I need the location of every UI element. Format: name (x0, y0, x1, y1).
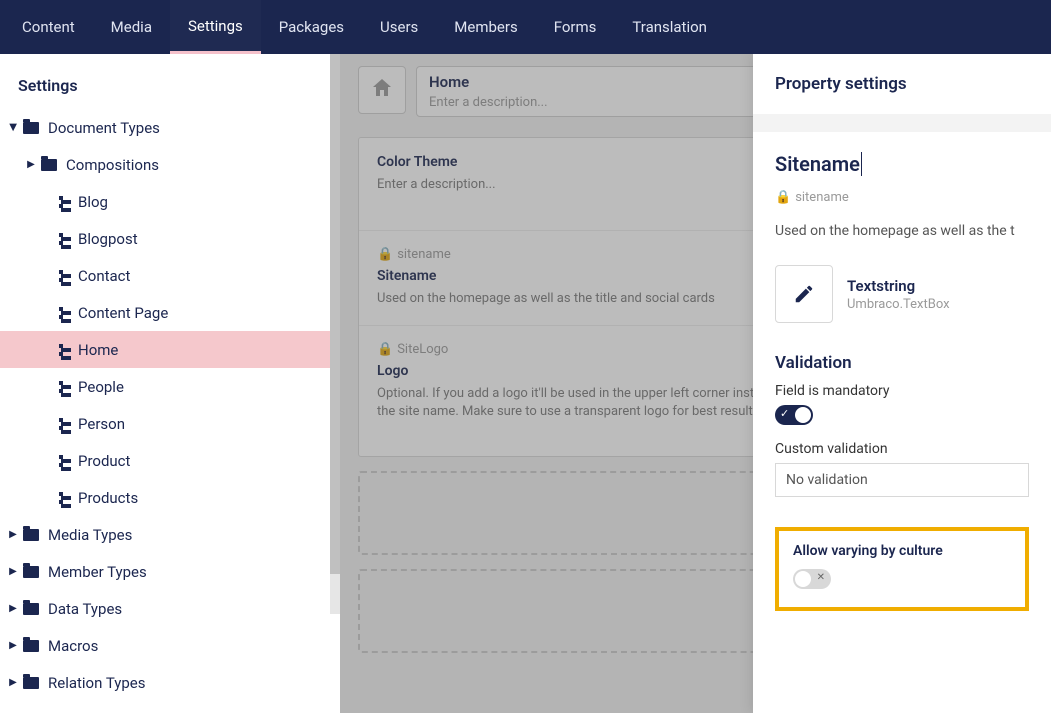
edit-icon (775, 265, 833, 323)
lock-icon: 🔒 (775, 190, 791, 205)
tree-label: Contact (72, 267, 130, 285)
sidebar-title: Settings (0, 54, 340, 109)
tree-label: Compositions (60, 156, 159, 174)
property-settings-panel: Property settings Sitename 🔒sitename Use… (753, 54, 1051, 713)
doctype-icon (50, 307, 72, 319)
mandatory-label: Field is mandatory (775, 383, 1029, 399)
tree-label: Relation Types (42, 674, 145, 692)
tree-label: Products (72, 489, 138, 507)
caret-icon: ▶ (6, 529, 20, 540)
tree-label: Blog (72, 193, 108, 211)
nav-content[interactable]: Content (4, 0, 93, 54)
doctype-icon (50, 270, 72, 282)
editor-name: Textstring (847, 277, 950, 295)
folder-icon (20, 640, 42, 652)
nav-members[interactable]: Members (436, 0, 535, 54)
nav-settings[interactable]: Settings (170, 0, 261, 54)
tree-label: People (72, 378, 124, 396)
folder-icon (20, 529, 42, 541)
validation-heading: Validation (775, 353, 1029, 373)
tree-item-contact[interactable]: Contact (0, 257, 340, 294)
doctype-icon (50, 418, 72, 430)
tree-label: Content Page (72, 304, 168, 322)
tree-item-person[interactable]: Person (0, 405, 340, 442)
folder-icon (38, 159, 60, 171)
nav-forms[interactable]: Forms (536, 0, 615, 54)
tree-item-macros[interactable]: ▶ Macros (0, 627, 340, 664)
vary-culture-toggle[interactable] (793, 569, 831, 589)
folder-icon (20, 677, 42, 689)
tree-label: Member Types (42, 563, 147, 581)
tree-item-content-page[interactable]: Content Page (0, 294, 340, 331)
tree-label: Data Types (42, 600, 122, 618)
tree-label: Person (72, 415, 125, 433)
caret-icon: ▶ (6, 603, 20, 614)
tree-label: Macros (42, 637, 98, 655)
folder-icon (20, 566, 42, 578)
custom-validation-label: Custom validation (775, 441, 1029, 457)
panel-header: Property settings (753, 54, 1051, 114)
property-name-input[interactable]: Sitename (775, 152, 862, 176)
tree-item-product[interactable]: Product (0, 442, 340, 479)
tree-item-media-types[interactable]: ▶ Media Types (0, 516, 340, 553)
editor-picker[interactable]: Textstring Umbraco.TextBox (775, 265, 1029, 323)
property-description-input[interactable]: Used on the homepage as well as the t (775, 223, 1029, 239)
tree-item-data-types[interactable]: ▶ Data Types (0, 590, 340, 627)
tree-item-document-types[interactable]: ▶ Document Types (0, 109, 340, 146)
tree-item-people[interactable]: People (0, 368, 340, 405)
editor-alias: Umbraco.TextBox (847, 297, 950, 312)
custom-validation-select[interactable]: No validation (775, 463, 1029, 497)
tree-label: Document Types (42, 119, 160, 137)
tree-label: Product (72, 452, 130, 470)
sidebar: Settings ▶ Document Types ▶ Compositions Blo… (0, 54, 340, 713)
tree-label: Home (72, 341, 118, 359)
tree-item-blog[interactable]: Blog (0, 183, 340, 220)
doctype-icon (50, 233, 72, 245)
tree: ▶ Document Types ▶ Compositions Blog Blogpost… (0, 109, 340, 713)
tree-item-products[interactable]: Products (0, 479, 340, 516)
nav-translation[interactable]: Translation (614, 0, 725, 54)
tree-label: Blogpost (72, 230, 138, 248)
doctype-icon (50, 492, 72, 504)
mandatory-toggle[interactable] (775, 405, 813, 425)
doctype-icon (50, 196, 72, 208)
scrollbar[interactable] (330, 54, 340, 614)
folder-icon (20, 122, 42, 134)
main-editor: Home Enter a description... Color ThemeE… (340, 54, 1051, 713)
tree-label: Media Types (42, 526, 132, 544)
caret-icon: ▶ (6, 566, 20, 577)
top-nav: ContentMediaSettingsPackagesUsersMembers… (0, 0, 1051, 54)
nav-users[interactable]: Users (362, 0, 436, 54)
vary-culture-label: Allow varying by culture (793, 543, 1011, 559)
caret-icon: ▶ (6, 640, 20, 651)
tree-item-home[interactable]: Home (0, 331, 340, 368)
vary-culture-section: Allow varying by culture (775, 527, 1029, 611)
tree-item-relation-types[interactable]: ▶ Relation Types (0, 664, 340, 701)
nav-packages[interactable]: Packages (261, 0, 362, 54)
caret-icon: ▶ (6, 677, 20, 688)
property-alias[interactable]: 🔒sitename (775, 190, 1029, 205)
doctype-icon (50, 344, 72, 356)
caret-icon: ▶ (24, 159, 38, 170)
tree-item-compositions[interactable]: ▶ Compositions (0, 146, 340, 183)
folder-icon (20, 603, 42, 615)
doctype-icon (50, 455, 72, 467)
tree-item-member-types[interactable]: ▶ Member Types (0, 553, 340, 590)
doctype-icon (50, 381, 72, 393)
caret-icon: ▶ (8, 121, 19, 135)
nav-media[interactable]: Media (93, 0, 170, 54)
tree-item-blogpost[interactable]: Blogpost (0, 220, 340, 257)
